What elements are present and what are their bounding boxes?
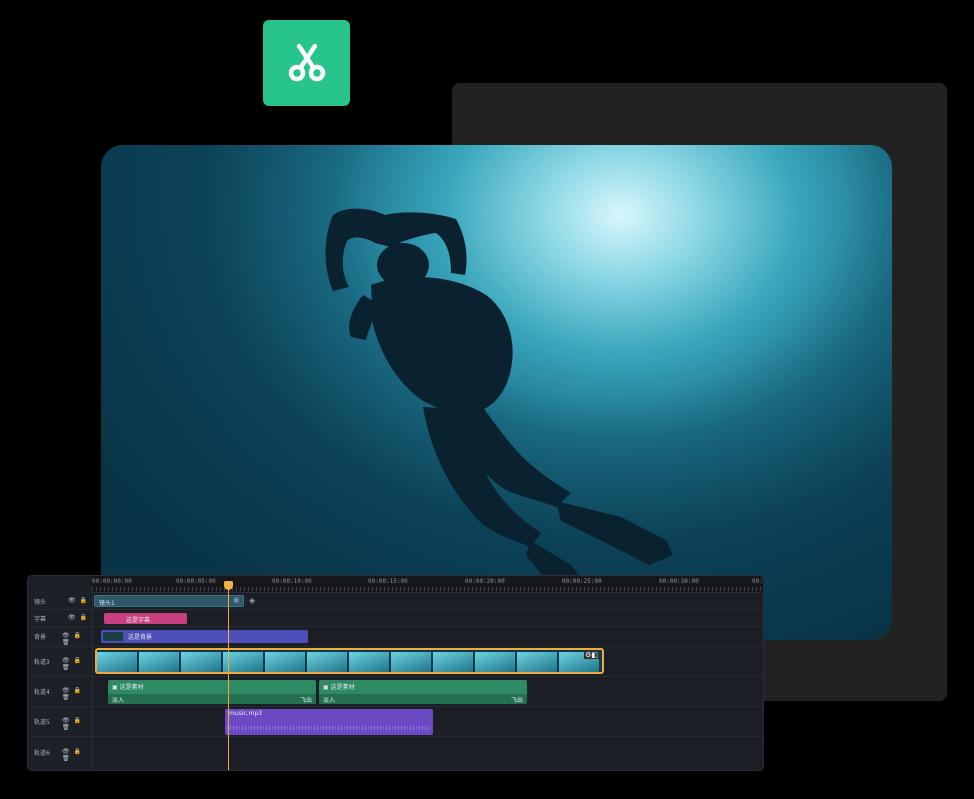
track-header-4[interactable]: 轨道4 👁 🔒 🗑 [28,676,92,707]
video-clip[interactable]: ⚙◧ [95,648,604,674]
eye-lock-trash-icons[interactable]: 👁 🔒 🗑 [62,687,92,701]
video-thumbnail [223,652,264,672]
app-icon-tile[interactable] [263,20,350,106]
track-header-camera[interactable]: 镜头 👁 🔒 [28,592,92,610]
ruler-label: 00:00:10:00 [272,578,312,585]
audio-waveform [227,726,431,730]
eye-lock-trash-icons[interactable]: 👁 🔒 🗑 [62,717,92,731]
track-name: 字幕 [34,616,47,623]
ruler-label: 00:00:15:00 [368,578,408,585]
eye-lock-trash-icons[interactable]: 👁 🔒 🗑 [62,748,92,762]
audio-clip-label: music.mp3 [229,710,263,717]
track-name: 轨道5 [34,719,50,726]
video-thumbnail [307,652,348,672]
material-clip-1[interactable]: ▣ 这是素材 淡入 飞出 [108,680,316,704]
ruler-label: 00:00:05:00 [176,578,216,585]
fade-in-label: 淡入 [112,697,125,704]
eye-lock-icons[interactable]: 👁 🔒 [68,614,88,621]
ruler-label: 00:00:25:00 [562,578,602,585]
ruler-label: 00:00:20:00 [465,578,505,585]
subtitle-clip[interactable]: 这是字幕 [104,613,187,624]
track-headers: 镜头 👁 🔒 字幕 👁 🔒 背景 👁 🔒 🗑 轨道3 👁 🔒 🗑 轨道4 👁 🔒… [28,592,93,770]
track-name: 镜头 [34,599,47,606]
timeline-panel[interactable]: 00:00:00:00 00:00:05:00 00:00:10:00 00:0… [27,575,764,771]
ruler-ticks [92,587,763,591]
scissors-icon [288,43,325,82]
fade-in-label: 淡入 [323,697,336,704]
track-name: 轨道3 [34,659,50,666]
track-header-5[interactable]: 轨道5 👁 🔒 🗑 [28,706,92,737]
eye-lock-trash-icons[interactable]: 👁 🔒 🗑 [62,632,92,646]
track-header-subtitle[interactable]: 字幕 👁 🔒 [28,609,92,627]
video-thumbnail [517,652,558,672]
clip-settings-icon[interactable]: ⚙◧ [584,651,599,659]
track-header-3[interactable]: 轨道3 👁 🔒 🗑 [28,646,92,677]
add-keyframe-icon[interactable]: ◈ [249,596,255,605]
video-thumbnail [433,652,474,672]
ruler-label: 00:00:30:00 [659,578,699,585]
material-clip-label: 这是素材 [330,684,355,691]
video-thumbnail [139,652,180,672]
video-thumbnail [391,652,432,672]
track-name: 背景 [34,634,47,641]
material-clip-label: 这是素材 [119,684,144,691]
track-header-6[interactable]: 轨道6 👁 🔒 🗑 [28,736,92,769]
snowflake-icon[interactable]: ✻ [233,596,240,605]
playhead-handle[interactable] [224,581,233,590]
track-header-background[interactable]: 背景 👁 🔒 🗑 [28,626,92,647]
lane-subtitle [92,609,763,627]
image-icon: ▣ [323,684,331,691]
diver-silhouette [325,208,673,605]
video-thumbnail [97,652,138,672]
transition-bar[interactable]: 淡入 飞出 [108,694,316,704]
track-name: 轨道6 [34,750,50,757]
fly-out-label: 飞出 [510,697,523,704]
video-thumbnail [349,652,390,672]
background-clip[interactable]: 这是背景 [101,630,308,643]
background-clip-thumb [103,632,123,641]
ruler-label: 00:00:00:00 [92,578,132,585]
eye-lock-trash-icons[interactable]: 👁 🔒 🗑 [62,657,92,671]
fly-out-label: 飞出 [299,697,312,704]
camera-clip[interactable]: 镜头1 [94,595,244,607]
video-thumbnail [265,652,306,672]
ruler-label: 00: [752,578,763,585]
timeline-ruler[interactable]: 00:00:00:00 00:00:05:00 00:00:10:00 00:0… [92,576,763,593]
track-lanes[interactable]: 镜头1 ✻ ◈ 这是字幕 这是背景 ⚙◧ ▣ 这是素材 淡入 飞出 ▣ 这是素材… [92,592,763,770]
track-name: 轨道4 [34,689,50,696]
eye-lock-icons[interactable]: 👁 🔒 [68,597,88,604]
image-icon: ▣ [112,684,120,691]
transition-bar[interactable]: 淡入 飞出 [319,694,527,704]
video-thumbnail [475,652,516,672]
video-thumbnail [181,652,222,672]
playhead[interactable] [228,581,229,770]
video-preview[interactable] [101,145,892,640]
material-clip-2[interactable]: ▣ 这是素材 淡入 飞出 [319,680,527,704]
audio-clip[interactable]: music.mp3 [225,709,433,735]
